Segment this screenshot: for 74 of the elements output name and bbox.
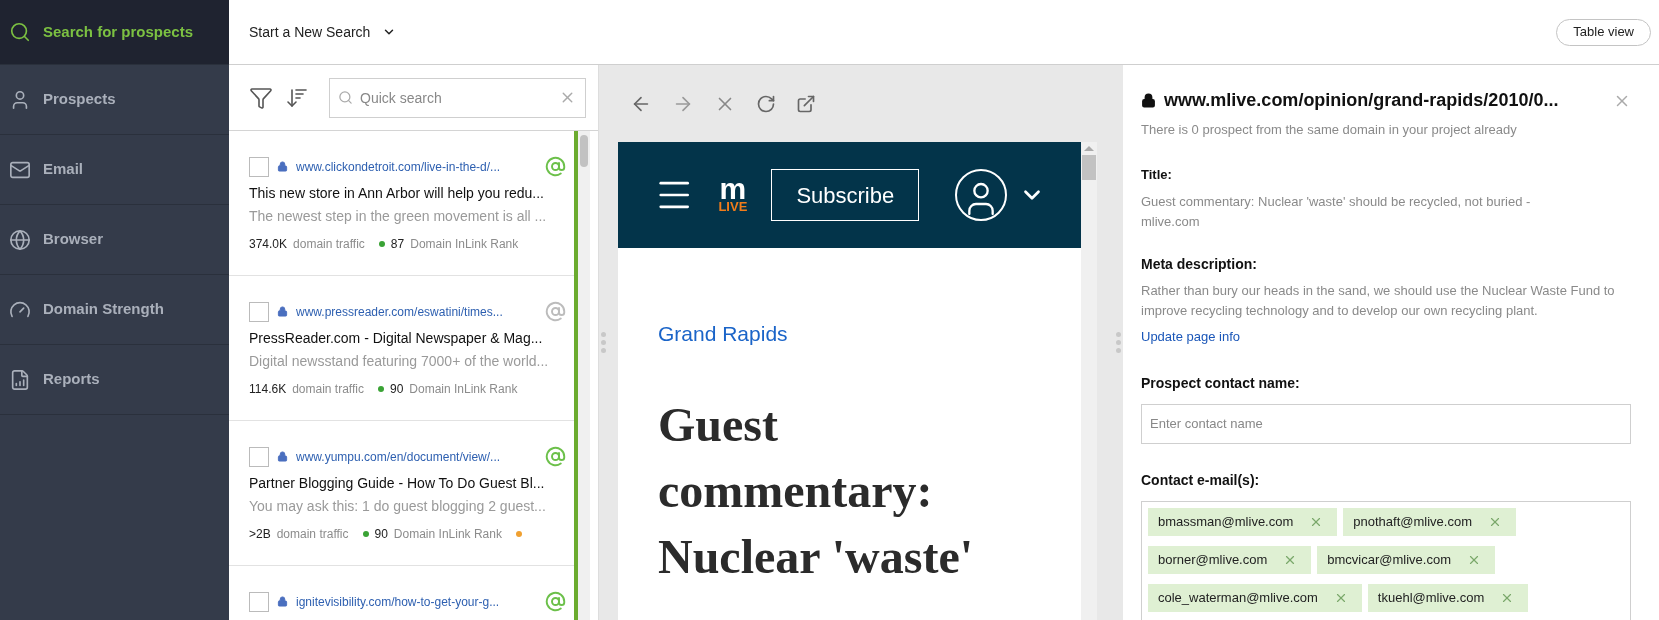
sidebar-item[interactable]: Email — [0, 135, 229, 205]
search-icon — [9, 21, 31, 43]
checkbox[interactable] — [249, 591, 269, 612]
metric-value: 90 — [374, 526, 388, 543]
contact-name-field[interactable]: Enter contact name — [1141, 403, 1631, 444]
metric-value: >2B — [249, 526, 271, 543]
sidebar-item[interactable]: Prospects — [0, 65, 229, 135]
external-link-icon[interactable] — [796, 93, 816, 114]
globe-icon — [9, 228, 31, 251]
metric-value: 114.6K — [249, 381, 287, 398]
metric-label: domain traffic — [292, 381, 364, 398]
site-logo[interactable]: m LIVE — [718, 177, 748, 213]
account-avatar-icon[interactable] — [955, 169, 1008, 221]
lock-icon — [277, 596, 288, 607]
prospect-url[interactable]: www.yumpu.com/en/document/view/... — [296, 447, 537, 466]
metric-label: Domain InLink Rank — [393, 526, 502, 543]
sidebar-item[interactable]: Domain Strength — [0, 275, 229, 345]
new-search-dropdown[interactable]: Start a New Search — [249, 21, 397, 43]
metric-label: domain traffic — [293, 236, 365, 253]
page-scrollbar[interactable] — [1081, 142, 1097, 620]
prospect-description: Digital newsstand featuring 7000+ of the world... — [249, 352, 550, 371]
checkbox[interactable] — [249, 301, 269, 322]
reload-icon[interactable] — [756, 93, 776, 114]
title-label: Title: — [1141, 165, 1173, 184]
table-view-button[interactable]: Table view — [1556, 18, 1651, 46]
section-link[interactable]: Grand Rapids — [658, 318, 1062, 350]
scrollbar[interactable] — [578, 131, 590, 620]
metric-value: 374.0K — [249, 236, 288, 253]
emails-field[interactable]: bmassman@mlive.com pnothaft@mlive.com borner@mlive.com bmcvicar@mlive.com cole_waterman@mlive.com tkuehl@mlive.com — [1141, 500, 1631, 620]
lock-icon — [1141, 93, 1156, 108]
subscribe-button[interactable]: Subscribe — [771, 169, 920, 221]
checkbox[interactable] — [249, 156, 269, 177]
sidebar-item[interactable]: Search for prospects — [0, 0, 229, 65]
sidebar-item[interactable]: Browser — [0, 205, 229, 275]
prospect-url[interactable]: www.pressreader.com/eswatini/times... — [296, 302, 537, 321]
email-tag[interactable]: bmcvicar@mlive.com — [1317, 545, 1495, 574]
report-icon — [9, 368, 31, 391]
prospect-row[interactable]: ignitevisibility.com/how-to-get-your-g... — [229, 566, 574, 620]
quick-search-field[interactable]: Quick search — [329, 77, 586, 118]
contact-emails-label: Contact e-mail(s): — [1141, 470, 1261, 490]
metric-label: domain traffic — [276, 526, 349, 543]
metric-label: Domain InLink Rank — [409, 381, 518, 398]
article-headline: Guest commentary: Nuclear 'waste' — [658, 396, 975, 585]
resize-handle-icon[interactable] — [601, 332, 606, 353]
domain-note: There is 0 prospect from the same domain in your project already — [1141, 121, 1518, 139]
prospect-title: This new store in Ann Arbor will help you redu... — [249, 184, 545, 203]
metric-value: 90 — [389, 381, 404, 398]
contact-name-label: Prospect contact name: — [1141, 373, 1301, 393]
email-tag[interactable]: pnothaft@mlive.com — [1343, 507, 1516, 536]
update-page-info-link[interactable]: Update page info — [1141, 327, 1631, 347]
email-tag[interactable]: borner@mlive.com — [1148, 545, 1312, 574]
page-title: Guest commentary: Nuclear 'waste' should be recycled, not buried - mlive.com — [1141, 193, 1532, 231]
sidebar-item[interactable]: Reports — [0, 345, 229, 415]
prospect-description: The newest step in the green movement is all ... — [249, 207, 548, 226]
prospect-url[interactable]: ignitevisibility.com/how-to-get-your-g... — [296, 592, 537, 611]
metric-label: Domain InLink Rank — [410, 236, 519, 253]
filter-icon[interactable] — [249, 85, 273, 110]
meta-description: Rather than bury our heads in the sand, we should use the Nuclear Waste Fund to improve recycling technology and to develop our own recycling plant. — [1141, 282, 1616, 320]
email-tag[interactable]: tkuehl@mlive.com — [1367, 583, 1529, 612]
email-tag[interactable]: cole_waterman@mlive.com — [1148, 583, 1362, 612]
prospect-url[interactable]: www.clickondetroit.com/live-in-the-d/... — [296, 157, 537, 176]
email-tag[interactable]: bmassman@mlive.com — [1148, 507, 1338, 536]
meta-label: Meta description: — [1141, 255, 1258, 274]
checkbox[interactable] — [249, 446, 269, 467]
search-icon — [338, 89, 353, 105]
lock-icon — [277, 451, 288, 462]
lock-icon — [277, 161, 288, 172]
page-url: www.mlive.com/opinion/grand-rapids/2010/0... — [1164, 89, 1560, 112]
prospect-title: Partner Blogging Guide - How To Do Guest Bl... — [249, 474, 546, 493]
resize-handle-icon[interactable] — [1115, 332, 1121, 353]
lock-icon — [277, 306, 288, 317]
prospect-title: PressReader.com - Digital Newspaper & Mag... — [249, 329, 544, 348]
metric-value: 87 — [390, 236, 405, 253]
prospect-description: You may ask this: 1 do guest blogging 2 guest... — [249, 497, 547, 516]
